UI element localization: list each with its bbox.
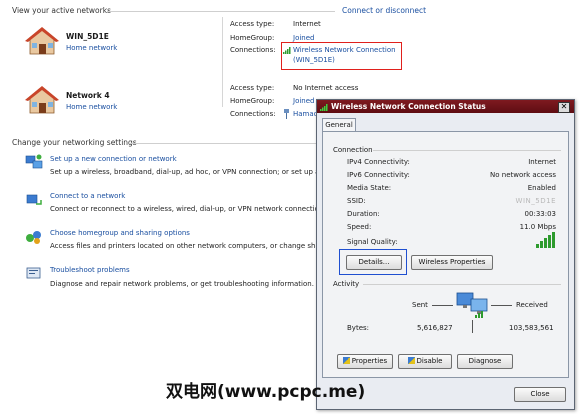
shield-icon (342, 357, 350, 364)
task-description: Set up a wireless, broadband, dial-up, a… (50, 168, 325, 176)
disable-label: Disable (416, 357, 443, 365)
connect-network-icon (26, 194, 42, 205)
task-troubleshoot-link[interactable]: Troubleshoot problems (50, 266, 130, 274)
wireless-connection-link[interactable]: Wireless Network Connection (293, 46, 396, 54)
row-label: Duration: (347, 210, 380, 218)
dialog-title: Wireless Network Connection Status (331, 102, 486, 111)
access-type-value: Internet (293, 20, 321, 28)
section-divider (107, 11, 335, 12)
signal-quality-icon (536, 232, 555, 248)
bytes-label: Bytes: (347, 324, 370, 332)
signal-bars-icon (320, 104, 328, 111)
section-divider (363, 284, 561, 285)
row-value: No network access (490, 171, 556, 179)
signal-bars-icon (283, 47, 291, 54)
connections-label: Connections: (230, 46, 276, 54)
wireless-connection-ssid[interactable]: (WIN_5D1E) (293, 56, 335, 64)
row-label: IPv4 Connectivity: (347, 158, 410, 166)
dialog-title-bar[interactable]: Wireless Network Connection Status ✕ (317, 100, 574, 113)
homegroup-link[interactable]: Joined (293, 34, 314, 42)
connection-link[interactable]: Hamac (293, 110, 318, 118)
row-label: Speed: (347, 223, 372, 231)
connect-or-disconnect-link[interactable]: Connect or disconnect (342, 6, 426, 15)
row-value: 11.0 Mbps (519, 223, 556, 231)
house-icon (25, 86, 59, 114)
troubleshoot-icon (26, 267, 41, 279)
sent-label: Sent (412, 301, 428, 309)
properties-label: Properties (351, 357, 388, 365)
diagnose-button[interactable]: Diagnose (457, 354, 513, 369)
column-divider (222, 17, 223, 107)
watermark-text: 双电网(www.pcpc.me) (166, 382, 366, 402)
settings-heading: Change your networking settings (12, 138, 137, 147)
details-button[interactable]: Details... (346, 255, 402, 270)
network-name: WIN_5D1E (66, 32, 109, 41)
homegroup-label: HomeGroup: (230, 97, 275, 105)
received-label: Received (516, 301, 548, 309)
row-label: Media State: (347, 184, 392, 192)
network-setup-icon (25, 154, 43, 169)
homegroup-link[interactable]: Joined (293, 97, 314, 105)
task-description: Connect or reconnect to a wireless, wire… (50, 205, 319, 213)
sent-line (432, 305, 453, 306)
network-name: Network 4 (66, 91, 110, 100)
signal-quality-label: Signal Quality: (347, 238, 398, 246)
section-divider (130, 143, 316, 144)
activity-heading: Activity (333, 280, 360, 288)
bytes-received-value: 103,583,561 (509, 324, 554, 332)
properties-button[interactable]: Properties (337, 354, 393, 369)
shield-icon (407, 357, 415, 364)
active-networks-heading: View your active networks (12, 6, 111, 15)
task-connect-network-link[interactable]: Connect to a network (50, 192, 125, 200)
ssid-value: WIN_5D1E (515, 197, 556, 205)
access-type-value: No Internet access (293, 84, 359, 92)
network-type-link[interactable]: Home network (66, 44, 117, 52)
homegroup-icon (26, 231, 41, 244)
general-panel: Connection IPv4 Connectivity: Internet I… (322, 131, 569, 378)
connection-heading: Connection (333, 146, 373, 154)
wireless-properties-button[interactable]: Wireless Properties (411, 255, 493, 270)
homegroup-label: HomeGroup: (230, 34, 275, 42)
task-description: Access files and printers located on oth… (50, 242, 323, 250)
row-value: Internet (528, 158, 556, 166)
wireless-status-dialog: Wireless Network Connection Status ✕ Gen… (316, 99, 575, 410)
connections-label: Connections: (230, 110, 276, 118)
ethernet-plug-icon (284, 109, 289, 119)
task-new-connection-link[interactable]: Set up a new connection or network (50, 155, 177, 163)
access-type-label: Access type: (230, 20, 275, 28)
bytes-divider (472, 320, 473, 333)
close-button[interactable]: Close (514, 387, 566, 402)
received-line (491, 305, 512, 306)
row-value: 00:33:03 (524, 210, 556, 218)
house-icon (25, 27, 59, 55)
access-type-label: Access type: (230, 84, 275, 92)
close-icon[interactable]: ✕ (558, 102, 570, 113)
bytes-sent-value: 5,616,827 (417, 324, 453, 332)
network-type-link[interactable]: Home network (66, 103, 117, 111)
tab-general[interactable]: General (322, 118, 356, 132)
row-value: Enabled (527, 184, 556, 192)
row-label: IPv6 Connectivity: (347, 171, 410, 179)
computers-activity-icon (456, 292, 488, 318)
section-divider (373, 150, 561, 151)
disable-button[interactable]: Disable (398, 354, 452, 369)
row-label: SSID: (347, 197, 366, 205)
task-description: Diagnose and repair network problems, or… (50, 280, 314, 288)
task-homegroup-link[interactable]: Choose homegroup and sharing options (50, 229, 190, 237)
